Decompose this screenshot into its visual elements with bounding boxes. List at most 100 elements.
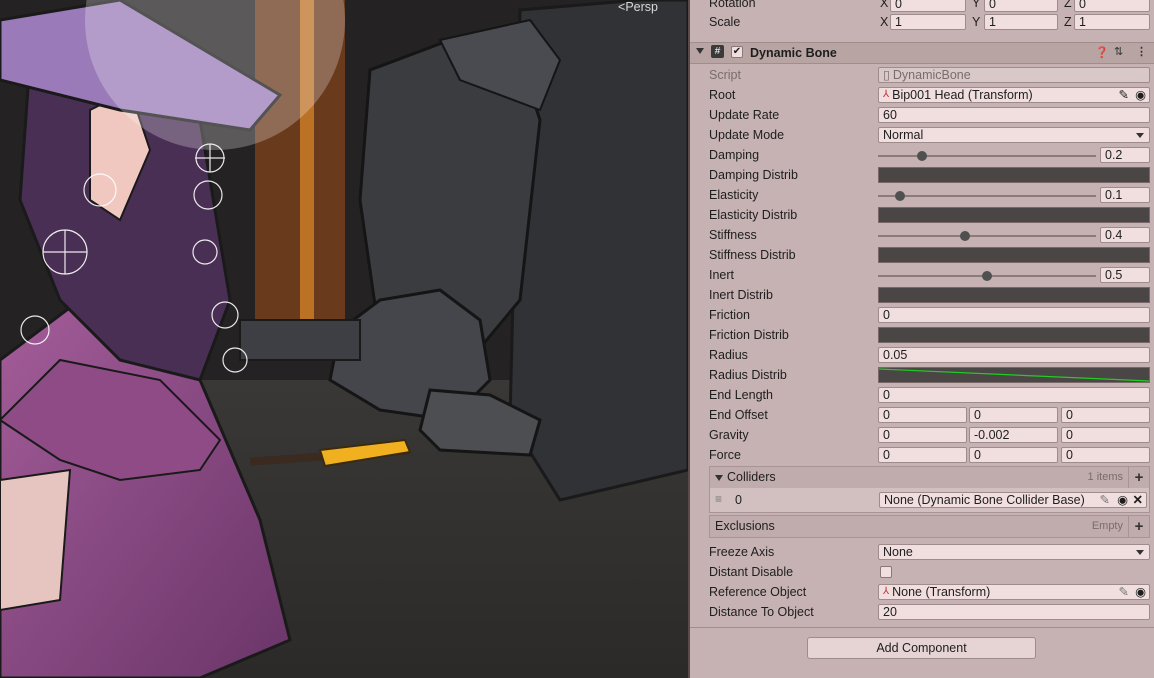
force-y-field[interactable]: 0	[969, 447, 1058, 463]
rotation-y-axis: Y	[972, 0, 981, 10]
damping-value-field[interactable]: 0.2	[1100, 147, 1150, 163]
force-z-field[interactable]: 0	[1061, 447, 1150, 463]
rotation-label: Rotation	[709, 0, 756, 10]
view-projection-label[interactable]: <Persp	[618, 0, 658, 14]
component-enabled-checkbox[interactable]: ✔	[731, 46, 743, 58]
damping-label: Damping	[709, 148, 760, 162]
elasticity-distrib-curve[interactable]	[878, 207, 1150, 223]
friction-label: Friction	[709, 308, 750, 322]
edit-pencil-icon[interactable]: ✎	[1100, 493, 1110, 507]
damping-distrib-curve[interactable]	[878, 167, 1150, 183]
collider-object-field[interactable]: None (Dynamic Bone Collider Base) ✎ ◉ ✕	[879, 492, 1147, 508]
inert-distrib-label: Inert Distrib	[709, 288, 773, 302]
friction-distrib-label: Friction Distrib	[709, 328, 789, 342]
end-length-field[interactable]: 0	[878, 387, 1150, 403]
help-icon[interactable]: ❓	[1095, 46, 1109, 59]
friction-distrib-curve[interactable]	[878, 327, 1150, 343]
force-x-field[interactable]: 0	[878, 447, 967, 463]
foldout-arrow-icon[interactable]	[696, 48, 704, 54]
edit-pencil-icon[interactable]: ✎	[1119, 585, 1129, 599]
dropdown-arrow-icon	[1136, 550, 1144, 555]
elasticity-value-field[interactable]: 0.1	[1100, 187, 1150, 203]
foldout-arrow-icon[interactable]	[715, 474, 723, 481]
scale-x-axis: X	[880, 15, 889, 29]
settings-sliders-icon[interactable]: ⇅	[1114, 45, 1123, 58]
elasticity-slider-knob[interactable]	[894, 191, 905, 201]
end-offset-x-field[interactable]: 0	[878, 407, 967, 423]
add-exclusion-button[interactable]: +	[1128, 516, 1149, 537]
rotation-z-axis: Z	[1064, 0, 1072, 10]
update-rate-label: Update Rate	[709, 108, 780, 122]
stiffness-value-field[interactable]: 0.4	[1100, 227, 1150, 243]
rotation-x-field[interactable]: 0	[890, 0, 966, 12]
script-field: ▯ DynamicBone	[878, 67, 1150, 83]
root-label: Root	[709, 88, 736, 102]
update-mode-dropdown[interactable]: Normal	[878, 127, 1150, 143]
exclusions-count: Empty	[1091, 520, 1123, 532]
colliders-header[interactable]: Colliders 1 items +	[710, 467, 1149, 488]
scene-render	[0, 0, 688, 678]
gravity-x-field[interactable]: 0	[878, 427, 967, 443]
rotation-z-field[interactable]: 0	[1074, 0, 1150, 12]
scale-x-field[interactable]: 1	[890, 14, 966, 30]
stiffness-distrib-label: Stiffness Distrib	[709, 248, 796, 262]
scale-label: Scale	[709, 15, 741, 29]
reference-object-field[interactable]: ⅄ None (Transform) ✎ ◉	[878, 584, 1150, 600]
inert-distrib-curve[interactable]	[878, 287, 1150, 303]
scale-z-field[interactable]: 1	[1074, 14, 1150, 30]
gravity-z-field[interactable]: 0	[1061, 427, 1150, 443]
drag-handle-icon[interactable]: ≡	[715, 492, 722, 506]
inert-value-field[interactable]: 0.5	[1100, 267, 1150, 283]
distance-to-object-field[interactable]: 20	[878, 604, 1150, 620]
rotation-y-field[interactable]: 0	[984, 0, 1058, 12]
object-picker-icon[interactable]: ◉	[1117, 493, 1128, 507]
scene-view[interactable]: <Persp	[0, 0, 688, 678]
scale-z-axis: Z	[1064, 15, 1072, 29]
scale-y-axis: Y	[972, 15, 981, 29]
exclusions-list: Exclusions Empty +	[709, 515, 1150, 538]
exclusions-header[interactable]: Exclusions Empty +	[710, 516, 1149, 537]
update-mode-label: Update Mode	[709, 128, 785, 142]
colliders-list: Colliders 1 items + ≡ 0 None (Dynamic Bo…	[709, 466, 1150, 513]
object-picker-icon[interactable]: ◉	[1135, 88, 1146, 102]
root-field[interactable]: ⅄ Bip001 Head (Transform) ✎ ◉	[878, 87, 1150, 103]
radius-distrib-curve[interactable]	[878, 367, 1150, 383]
freeze-axis-dropdown[interactable]: None	[878, 544, 1150, 560]
inert-slider-knob[interactable]	[982, 271, 992, 281]
end-offset-label: End Offset	[709, 408, 768, 422]
object-picker-icon[interactable]: ◉	[1135, 585, 1146, 599]
gravity-y-field[interactable]: -0.002	[969, 427, 1058, 443]
inspector-panel: Rotation X 0 Y 0 Z 0 Scale X 1 Y 1 Z 1 #…	[690, 0, 1154, 678]
stiffness-slider-knob[interactable]	[960, 231, 971, 241]
edit-pencil-icon[interactable]: ✎	[1119, 88, 1129, 102]
gravity-label: Gravity	[709, 428, 749, 442]
damping-distrib-label: Damping Distrib	[709, 168, 798, 182]
dynamic-bone-header[interactable]: # ✔ Dynamic Bone ❓ ⇅ ⋮	[690, 42, 1154, 64]
rotation-x-axis: X	[880, 0, 889, 10]
radius-distrib-label: Radius Distrib	[709, 368, 787, 382]
elasticity-slider[interactable]	[878, 195, 1096, 197]
list-item[interactable]: ≡ 0 None (Dynamic Bone Collider Base) ✎ …	[710, 488, 1149, 512]
kebab-menu-icon[interactable]: ⋮	[1136, 45, 1147, 58]
component-separator	[690, 627, 1154, 628]
distant-disable-checkbox[interactable]	[880, 566, 892, 578]
end-offset-y-field[interactable]: 0	[969, 407, 1058, 423]
reference-object-label: Reference Object	[709, 585, 807, 599]
remove-item-icon[interactable]: ✕	[1133, 493, 1143, 507]
damping-slider[interactable]	[878, 155, 1096, 157]
add-component-button[interactable]: Add Component	[807, 637, 1036, 659]
distance-to-object-label: Distance To Object	[709, 605, 814, 619]
damping-slider-knob[interactable]	[916, 151, 927, 161]
add-collider-button[interactable]: +	[1128, 467, 1149, 488]
script-hash-icon: #	[711, 45, 724, 58]
scale-y-field[interactable]: 1	[984, 14, 1058, 30]
end-length-label: End Length	[709, 388, 773, 402]
stiffness-distrib-curve[interactable]	[878, 247, 1150, 263]
radius-field[interactable]: 0.05	[878, 347, 1150, 363]
update-rate-field[interactable]: 60	[878, 107, 1150, 123]
stiffness-slider[interactable]	[878, 235, 1096, 237]
end-offset-z-field[interactable]: 0	[1061, 407, 1150, 423]
elasticity-label: Elasticity	[709, 188, 759, 202]
colliders-count: 1 items	[1087, 471, 1123, 483]
friction-field[interactable]: 0	[878, 307, 1150, 323]
